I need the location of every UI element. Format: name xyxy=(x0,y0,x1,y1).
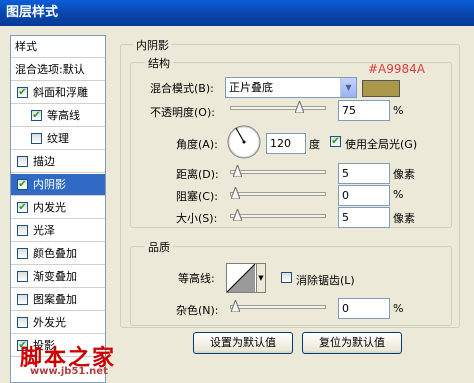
choke-label: 阻塞(C): xyxy=(176,190,218,203)
noise-unit: % xyxy=(393,302,404,315)
opacity-slider[interactable] xyxy=(230,101,326,113)
styles-header[interactable]: 样式 xyxy=(11,36,105,58)
blending-options-item[interactable]: 混合选项:默认 xyxy=(11,59,105,81)
style-item[interactable]: 颜色叠加 xyxy=(11,243,105,265)
watermark-url: www.jb51.net xyxy=(30,366,108,377)
styles-list[interactable]: 样式 混合选项:默认 ✔ 斜面和浮雕 ✔ 等高线纹理描边 ✔ 内阴影 ✔ 内发光光泽颜色叠加渐… xyxy=(10,35,106,383)
style-item[interactable]: 光泽 xyxy=(11,220,105,242)
window-title-bar[interactable]: 图层样式 xyxy=(0,0,474,26)
size-slider-thumb[interactable] xyxy=(233,209,242,221)
anti-alias-label: 消除锯齿(L) xyxy=(296,274,355,287)
shadow-color-swatch[interactable] xyxy=(362,80,400,97)
distance-slider-thumb[interactable] xyxy=(233,165,242,177)
style-item-checkbox[interactable] xyxy=(31,133,42,144)
opacity-unit: % xyxy=(393,104,404,117)
opacity-input[interactable]: 75 xyxy=(338,100,390,121)
angle-input[interactable]: 120 xyxy=(266,133,306,154)
style-item-label: 光泽 xyxy=(33,224,55,237)
style-item-checkbox[interactable] xyxy=(17,317,28,328)
chevron-down-icon[interactable]: ▼ xyxy=(340,78,356,97)
style-item-checkbox[interactable] xyxy=(17,225,28,236)
style-item-label: 外发光 xyxy=(33,316,66,329)
size-slider[interactable] xyxy=(230,209,326,221)
distance-label: 距离(D): xyxy=(176,168,219,181)
style-item-label: 斜面和浮雕 xyxy=(33,86,88,99)
blend-mode-value: 正片叠底 xyxy=(229,81,273,94)
style-item-label: 内发光 xyxy=(33,201,66,214)
style-item-label: 描边 xyxy=(33,155,55,168)
choke-unit: % xyxy=(393,188,404,201)
style-item-checkbox[interactable]: ✔ xyxy=(31,110,42,121)
style-item[interactable]: 描边 xyxy=(11,151,105,173)
angle-dial[interactable] xyxy=(226,124,262,160)
noise-slider-thumb[interactable] xyxy=(231,300,240,312)
style-item-checkbox[interactable] xyxy=(17,248,28,259)
contour-label: 等高线: xyxy=(178,272,215,285)
noise-input[interactable]: 0 xyxy=(338,298,390,319)
global-light-checkbox[interactable]: ✔ xyxy=(330,136,341,147)
style-item[interactable]: 图案叠加 xyxy=(11,289,105,311)
window-title: 图层样式 xyxy=(6,5,59,20)
style-item[interactable]: ✔ 内阴影 xyxy=(11,174,105,196)
choke-slider-thumb[interactable] xyxy=(231,187,240,199)
style-item[interactable]: 纹理 xyxy=(11,128,105,150)
blend-mode-label: 混合模式(B): xyxy=(150,82,214,95)
angle-label: 角度(A): xyxy=(176,138,218,151)
make-default-button[interactable]: 设置为默认值 xyxy=(193,332,293,354)
angle-unit: 度 xyxy=(309,138,320,151)
style-item-checkbox[interactable] xyxy=(17,156,28,167)
contour-dropdown-icon[interactable]: ▼ xyxy=(256,264,265,292)
style-item-label: 内阴影 xyxy=(33,178,66,191)
size-label: 大小(S): xyxy=(176,212,218,225)
blend-mode-select[interactable]: 正片叠底 ▼ xyxy=(225,77,357,98)
style-item-checkbox[interactable]: ✔ xyxy=(17,179,28,190)
style-item[interactable]: ✔ 等高线 xyxy=(11,105,105,127)
style-item-label: 颜色叠加 xyxy=(33,247,77,260)
color-hex-annotation: #A9984A xyxy=(368,62,426,76)
quality-title: 品质 xyxy=(145,239,173,255)
inner-shadow-title: 内阴影 xyxy=(133,37,172,53)
style-item-label: 渐变叠加 xyxy=(33,270,77,283)
style-item-label: 纹理 xyxy=(47,132,69,145)
distance-unit: 像素 xyxy=(393,168,415,181)
choke-input[interactable]: 0 xyxy=(338,185,390,206)
contour-curve-icon xyxy=(227,264,256,292)
opacity-label: 不透明度(O): xyxy=(150,106,215,119)
opacity-slider-thumb[interactable] xyxy=(295,101,304,113)
size-input[interactable]: 5 xyxy=(338,207,390,228)
distance-slider[interactable] xyxy=(230,165,326,177)
style-item-label: 等高线 xyxy=(47,109,80,122)
style-item-checkbox[interactable]: ✔ xyxy=(17,202,28,213)
noise-label: 杂色(N): xyxy=(176,304,219,317)
reset-default-button[interactable]: 复位为默认值 xyxy=(302,332,402,354)
style-item-label: 图案叠加 xyxy=(33,293,77,306)
anti-alias-checkbox[interactable] xyxy=(281,272,292,283)
size-unit: 像素 xyxy=(393,212,415,225)
distance-input[interactable]: 5 xyxy=(338,163,390,184)
global-light-label: 使用全局光(G) xyxy=(345,138,418,151)
style-item-checkbox[interactable] xyxy=(17,271,28,282)
style-item-checkbox[interactable] xyxy=(17,294,28,305)
style-item-checkbox[interactable]: ✔ xyxy=(17,87,28,98)
style-item[interactable]: ✔ 斜面和浮雕 xyxy=(11,82,105,104)
style-item[interactable]: 渐变叠加 xyxy=(11,266,105,288)
style-item[interactable]: 外发光 xyxy=(11,312,105,334)
choke-slider[interactable] xyxy=(230,187,326,199)
contour-picker[interactable]: ▼ xyxy=(226,263,266,293)
style-item[interactable]: ✔ 内发光 xyxy=(11,197,105,219)
structure-title: 结构 xyxy=(145,55,173,71)
noise-slider[interactable] xyxy=(230,300,326,312)
